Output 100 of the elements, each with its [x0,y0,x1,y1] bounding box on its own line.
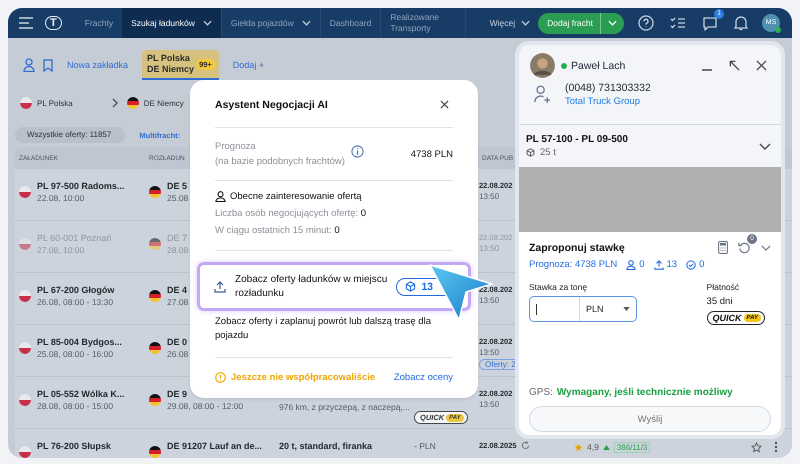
more-icon[interactable] [774,441,778,453]
flag-icon [149,446,161,458]
unloading-time: 28.08 [167,245,188,255]
negotiators-count: 0 [639,259,644,270]
loading-place: PL 97-500 Radoms... [37,181,124,191]
loading-place: PL 60-001 Poznań [37,233,112,243]
chevron-down-icon [608,20,617,26]
upload-icon [654,260,664,270]
refresh-icon[interactable] [520,441,530,450]
interest-stat: W ciągu ostatnich 15 minut: 0 [215,225,341,236]
flag-icon [19,394,31,406]
flag-icon [19,238,31,250]
payment-label: Płatność [706,282,740,292]
company-link[interactable]: Total Truck Group [565,96,651,107]
nav-item[interactable]: Szukaj ładunków [122,8,222,38]
chevron-down-icon [302,20,311,26]
gps-value: Wymagany, jeśli technicznie możliwy [556,387,733,398]
menu-icon[interactable] [19,17,33,29]
user-icon [215,191,226,202]
nav-item[interactable]: Frachty [76,8,122,38]
chevron-right-icon [112,98,118,108]
cargo-details: 976 km, z przyczepą, z naczepą,... [279,402,410,412]
more-menu[interactable]: Więcej [490,18,516,28]
star-icon[interactable] [751,442,762,452]
chevron-down-icon[interactable] [759,142,771,150]
payment-term: 35 dni [706,296,732,307]
unloading-time: 26.08 [167,349,188,359]
user-icon [626,260,636,270]
nav-item[interactable]: Dashboard [320,8,382,38]
chat-icon[interactable] [702,16,718,30]
unload-offers-note: Zobacz oferty i zaplanuj powrót lub dalszą trasę dla pojazdu [215,311,453,358]
check-circle-icon [686,260,696,270]
history-icon[interactable] [738,241,751,254]
unloading-time: 27.08 [167,297,188,307]
flag-icon [19,290,31,302]
unloading-time: 25.08 [167,193,188,203]
contact-name: Paweł Lach [571,60,626,72]
published-time: 13:50 [479,348,500,357]
unloading-place: DE 5 [167,181,188,191]
loading-time: 25.08, 08:00 - 16:00 [37,349,114,359]
unloading-place: DE 0 [167,337,188,347]
avatar-icon [530,53,555,78]
nav-item[interactable]: Realizowane Transporty [381,8,466,38]
nav-item[interactable]: Giełda pojazdów [222,8,321,38]
flag-icon [149,238,161,250]
route-to: DE Niemcy [144,98,184,108]
chevron-down-icon [521,20,530,26]
bell-icon[interactable] [734,15,748,31]
bookmark-icon[interactable] [43,58,53,72]
price-text: - PLN [414,441,436,451]
status-dot [775,27,781,33]
cargo-weight: 25 t [540,147,556,158]
add-tab-link[interactable]: Dodaj + [232,60,264,70]
new-tab-link[interactable]: Nowa zakładka [67,60,128,70]
add-freight-button[interactable]: Dodaj fracht [538,12,624,34]
loading-place: PL 85-004 Bydgos... [37,337,122,347]
forecast-label: Prognoza [215,141,257,152]
add-user-icon[interactable] [534,85,551,104]
loading-time: 28.08, 08:00 - 15:00 [37,401,114,411]
published-time: 13:50 [479,296,500,305]
flag-icon [19,446,31,458]
chevron-down-icon[interactable] [761,244,771,250]
info-icon[interactable] [350,144,364,158]
accepted-count: 0 [699,259,704,270]
flag-icon [20,97,32,109]
flag-icon [19,186,31,198]
flag-icon [149,394,161,406]
checklist-icon[interactable] [670,16,686,30]
unloading-place: DE 9 [167,389,188,399]
close-icon[interactable] [440,100,449,109]
user-icon[interactable] [23,58,35,72]
caret-icon [623,307,630,311]
forecast-value: 4738 PLN [410,148,453,160]
loading-place: PL 67-200 Głogów [37,285,114,295]
close-icon[interactable] [756,60,767,71]
unloading-place: DE 7 [167,233,188,243]
star-icon [574,442,583,452]
send-button[interactable]: Wyślij [529,406,771,432]
cube-icon [526,148,535,157]
flag-icon [126,97,139,109]
upload-icon [214,280,226,292]
logo[interactable]: T [45,16,62,30]
offer-title: Zaproponuj stawkę [529,242,625,254]
published-time: 13:50 [479,400,500,409]
expand-icon[interactable] [729,60,740,71]
chevron-down-icon [202,20,212,26]
warning-icon [215,372,226,382]
triangle-up-icon [602,444,610,450]
published-time: 13:50 [479,244,500,253]
all-offers-tab[interactable]: Wszystkie oferty: 11857 [15,127,126,143]
unload-offers-label: Zobacz oferty ładunków w miejscu rozładunku [235,272,388,300]
rating-stats: 386/11/3 [614,442,650,452]
unload-offers-count: 13 [666,259,678,270]
calculator-icon[interactable] [718,241,728,254]
unloading-time: 29.08, 08:00 - 12:00 [167,401,244,411]
unloading-place: DE 4 [167,285,188,295]
help-icon[interactable] [638,15,654,31]
flag-icon [149,186,161,198]
cube-icon [405,281,416,292]
cargo-details: 20 t, standard, firanka [279,441,372,451]
